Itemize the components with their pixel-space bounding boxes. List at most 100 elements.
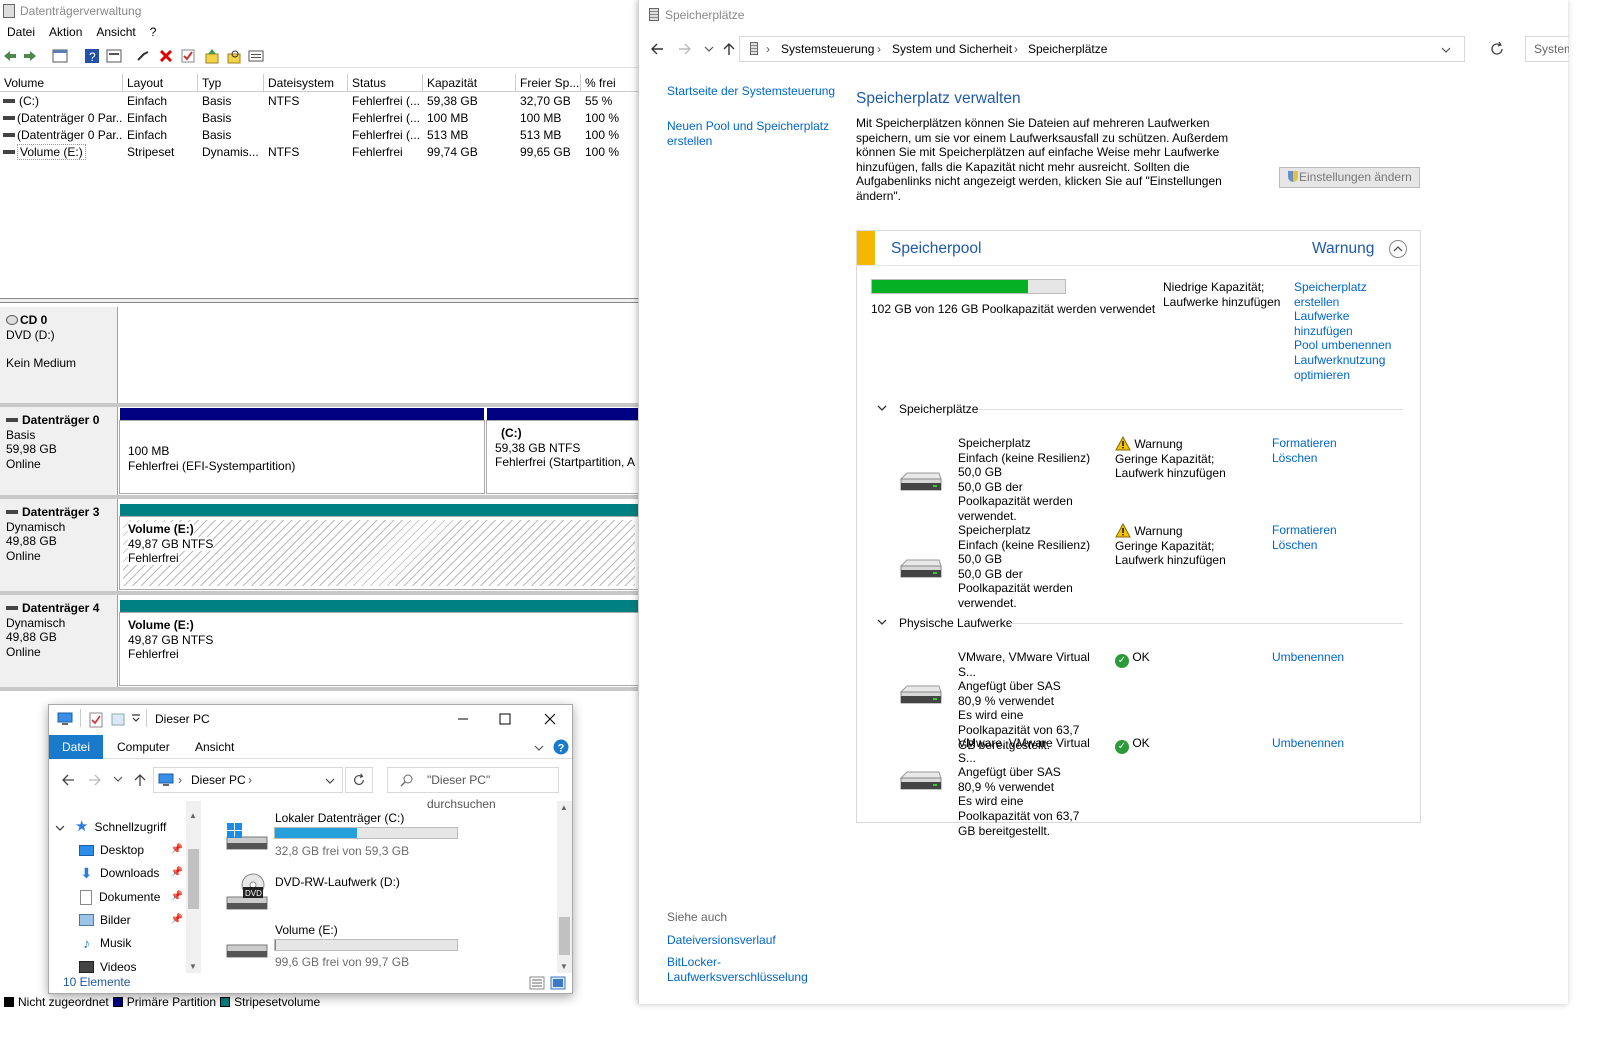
link-neuer-pool[interactable]: Neuen Pool und Speicherplatz erstellen bbox=[667, 119, 832, 148]
back-icon[interactable] bbox=[2, 48, 18, 64]
maximize-icon[interactable] bbox=[493, 707, 517, 731]
pin-icon[interactable]: 📌 bbox=[171, 889, 183, 905]
stripeset-volume-e-disk4[interactable]: Volume (E:) 49,87 GB NTFS Fehlerfrei bbox=[119, 612, 638, 686]
collapse-chevron-icon[interactable] bbox=[1388, 239, 1408, 259]
forward-arrow-icon[interactable] bbox=[87, 772, 103, 788]
link-bitlocker[interactable]: BitLocker-Laufwerksverschlüsselung bbox=[667, 955, 817, 984]
forward-icon[interactable] bbox=[22, 48, 38, 64]
help-icon[interactable]: ? bbox=[84, 48, 100, 64]
table-row[interactable]: (Datenträger 0 Par... Einfach Basis Fehl… bbox=[0, 110, 638, 127]
table-row[interactable]: (Datenträger 0 Par... Einfach Basis Fehl… bbox=[0, 127, 638, 144]
address-bar[interactable]: › Systemsteuerung › System und Sicherhei… bbox=[739, 36, 1465, 62]
col-dateisystem[interactable]: Dateisystem bbox=[264, 74, 348, 91]
up-arrow-icon[interactable] bbox=[132, 772, 148, 788]
expand-chevron-icon[interactable] bbox=[55, 823, 65, 833]
action-loeschen[interactable]: Löschen bbox=[1272, 538, 1337, 553]
tiles-view-icon[interactable] bbox=[550, 976, 566, 990]
table-row[interactable]: (C:) Einfach Basis NTFS Fehlerfrei (... … bbox=[0, 93, 638, 110]
section-collapse-chevron-icon[interactable] bbox=[877, 617, 887, 627]
console-tree-icon[interactable] bbox=[52, 48, 68, 64]
menu-aktion[interactable]: Aktion bbox=[42, 22, 89, 42]
action-formatieren[interactable]: Formatieren bbox=[1272, 523, 1337, 538]
close-icon[interactable] bbox=[538, 707, 562, 731]
tab-datei[interactable]: Datei bbox=[49, 735, 103, 759]
col-prozent-frei[interactable]: % frei bbox=[581, 74, 638, 91]
search-icon[interactable] bbox=[226, 48, 242, 64]
address-dropdown-chevron-icon[interactable] bbox=[1440, 44, 1452, 56]
new-folder-icon[interactable] bbox=[111, 712, 125, 726]
nav-bilder[interactable]: Bilder 📌 bbox=[79, 912, 183, 928]
breadcrumb-systemsteuerung[interactable]: Systemsteuerung bbox=[781, 37, 874, 61]
action-umbenennen[interactable]: Umbenennen bbox=[1272, 650, 1344, 665]
properties-icon[interactable] bbox=[106, 48, 122, 64]
pin-icon[interactable]: 📌 bbox=[171, 912, 183, 928]
help-icon[interactable]: ? bbox=[553, 739, 569, 755]
refresh-button[interactable] bbox=[345, 767, 373, 793]
tab-computer[interactable]: Computer bbox=[117, 735, 170, 759]
menu-help[interactable]: ? bbox=[143, 22, 164, 42]
col-freier-speicher[interactable]: Freier Sp... bbox=[516, 74, 581, 91]
task-laufwerke-hinzufuegen[interactable]: Laufwerke hinzufügen bbox=[1294, 309, 1399, 338]
change-settings-button[interactable]: Einstellungen ändern bbox=[1279, 167, 1420, 188]
breadcrumb-dieser-pc[interactable]: Dieser PC bbox=[191, 768, 246, 792]
delete-icon[interactable] bbox=[158, 48, 174, 64]
connect-icon[interactable] bbox=[136, 48, 152, 64]
pin-icon[interactable]: 📌 bbox=[171, 865, 183, 881]
refresh-icon[interactable] bbox=[1489, 41, 1505, 57]
task-speicherplatz-erstellen[interactable]: Speicherplatz erstellen bbox=[1294, 280, 1399, 309]
menu-ansicht[interactable]: Ansicht bbox=[89, 22, 142, 42]
content-scrollbar[interactable]: ▲ ▼ bbox=[557, 801, 572, 973]
breadcrumb-speicherplaetze[interactable]: Speicherplätze bbox=[1028, 37, 1107, 61]
col-status[interactable]: Status bbox=[348, 74, 423, 91]
nav-schnellzugriff[interactable]: ★ Schnellzugriff bbox=[75, 819, 179, 835]
pin-icon[interactable]: 📌 bbox=[171, 842, 183, 858]
forward-arrow-icon[interactable] bbox=[677, 41, 693, 57]
back-arrow-icon[interactable] bbox=[649, 41, 665, 57]
link-dateiversionsverlauf[interactable]: Dateiversionsverlauf bbox=[667, 933, 776, 948]
tab-ansicht[interactable]: Ansicht bbox=[195, 735, 234, 759]
nav-scrollbar[interactable]: ▲ ▼ bbox=[186, 801, 201, 973]
task-pool-umbenennen[interactable]: Pool umbenennen bbox=[1294, 338, 1399, 353]
expand-ribbon-chevron-icon[interactable] bbox=[533, 742, 545, 754]
back-arrow-icon[interactable] bbox=[60, 772, 76, 788]
nav-musik[interactable]: ♪ Musik bbox=[79, 935, 183, 951]
col-layout[interactable]: Layout bbox=[123, 74, 198, 91]
nav-dokumente[interactable]: Dokumente 📌 bbox=[79, 889, 183, 905]
partition-efi[interactable]: 100 MB Fehlerfrei (EFI-Systempartition) bbox=[119, 420, 485, 494]
action-loeschen[interactable]: Löschen bbox=[1272, 451, 1337, 466]
partition-c[interactable]: (C:) 59,38 GB NTFS Fehlerfrei (Startpart… bbox=[486, 420, 638, 494]
export-icon[interactable] bbox=[204, 48, 220, 64]
properties-icon[interactable] bbox=[89, 712, 103, 728]
breadcrumb-system-sicherheit[interactable]: System und Sicherheit bbox=[892, 37, 1012, 61]
col-kapazitaet[interactable]: Kapazität bbox=[423, 74, 516, 91]
search-input[interactable]: "Dieser PC" durchsuchen bbox=[387, 767, 559, 811]
recent-locations-chevron-icon[interactable] bbox=[113, 774, 123, 784]
disk-label-disk0[interactable]: Datenträger 0 Basis 59,98 GB Online bbox=[0, 407, 118, 495]
task-laufwerknutzung-optimieren[interactable]: Laufwerknutzung optimieren bbox=[1294, 353, 1399, 382]
stripeset-volume-e-disk3[interactable]: Volume (E:) 49,87 GB NTFS Fehlerfrei bbox=[119, 516, 638, 590]
quick-access-toolbar-chevron-icon[interactable] bbox=[131, 714, 141, 724]
nav-downloads[interactable]: ⬇ Downloads 📌 bbox=[79, 865, 183, 881]
disk-label-cd0[interactable]: CD 0 DVD (D:) Kein Medium bbox=[0, 307, 118, 403]
address-dropdown-chevron-icon[interactable] bbox=[325, 776, 335, 786]
minimize-icon[interactable] bbox=[451, 707, 475, 731]
table-row[interactable]: Volume (E:) Stripeset Dynamis... NTFS Fe… bbox=[0, 144, 638, 161]
col-typ[interactable]: Typ bbox=[198, 74, 264, 91]
disk-label-disk3[interactable]: Datenträger 3 Dynamisch 49,88 GB Online bbox=[0, 499, 118, 591]
search-input[interactable]: System bbox=[1525, 36, 1569, 62]
col-volume[interactable]: Volume bbox=[0, 74, 123, 91]
recent-locations-chevron-icon[interactable] bbox=[703, 43, 715, 55]
disk-label-disk4[interactable]: Datenträger 4 Dynamisch 49,88 GB Online bbox=[0, 595, 118, 687]
list-view-icon[interactable] bbox=[248, 48, 264, 64]
check-icon[interactable] bbox=[180, 48, 196, 64]
action-formatieren[interactable]: Formatieren bbox=[1272, 436, 1337, 451]
nav-videos[interactable]: Videos bbox=[79, 959, 183, 975]
up-arrow-icon[interactable] bbox=[721, 41, 737, 57]
address-bar[interactable]: › Dieser PC › bbox=[153, 767, 343, 793]
action-umbenennen[interactable]: Umbenennen bbox=[1272, 736, 1344, 751]
menu-datei[interactable]: Datei bbox=[0, 22, 42, 42]
section-collapse-chevron-icon[interactable] bbox=[877, 403, 887, 413]
nav-desktop[interactable]: Desktop 📌 bbox=[79, 842, 183, 858]
link-startseite-systemsteuerung[interactable]: Startseite der Systemsteuerung bbox=[667, 84, 837, 99]
details-view-icon[interactable] bbox=[529, 976, 545, 990]
